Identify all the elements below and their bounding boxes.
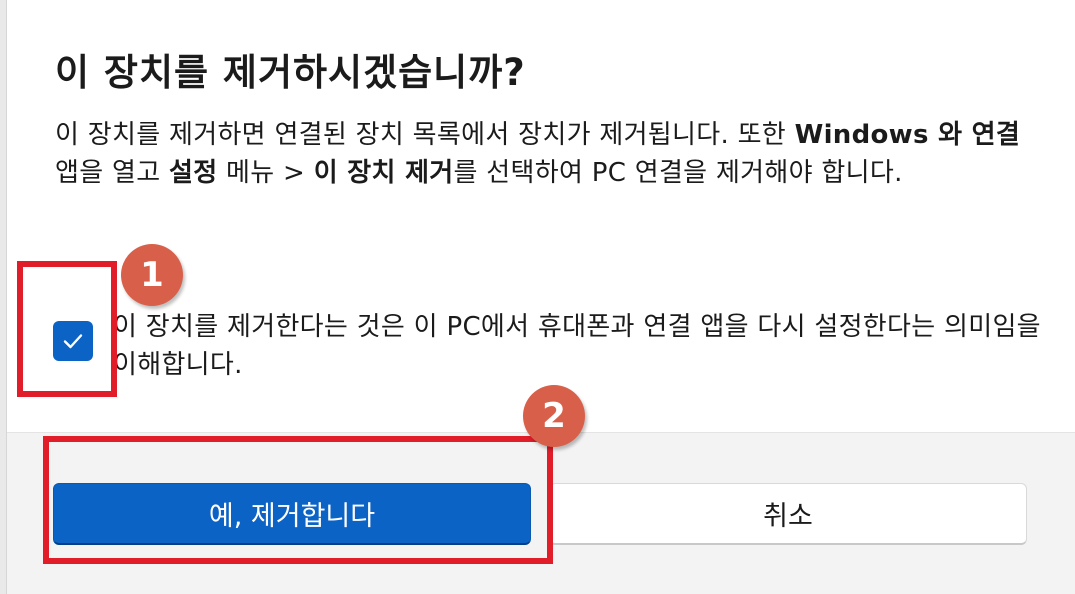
dialog-title: 이 장치를 제거하시겠습니까? <box>55 51 526 94</box>
desc-text-4: 를 선택하여 PC 연결을 제거해야 합니다. <box>453 158 903 188</box>
confirm-remove-button[interactable]: 예, 제거합니다 <box>53 483 531 545</box>
step-badge-2: 2 <box>523 385 585 447</box>
checkmark-icon <box>63 334 83 349</box>
dialog-footer: 예, 제거합니다 취소 <box>7 432 1075 594</box>
dialog-description: 이 장치를 제거하면 연결된 장치 목록에서 장치가 제거됩니다. 또한 Win… <box>55 116 1040 192</box>
step-badge-1: 1 <box>121 244 183 306</box>
remove-device-dialog: 이 장치를 제거하시겠습니까? 이 장치를 제거하면 연결된 장치 목록에서 장… <box>6 0 1075 594</box>
desc-bold-remove-device: 이 장치 제거 <box>313 158 454 188</box>
understand-checkbox[interactable] <box>53 321 93 361</box>
checkbox-label[interactable]: 이 장치를 제거한다는 것은 이 PC에서 휴대폰과 연결 앱을 다시 설정한다… <box>113 308 1043 384</box>
desc-bold-settings: 설정 <box>169 158 218 188</box>
desc-text-2: 앱을 열고 <box>55 158 170 188</box>
cancel-button[interactable]: 취소 <box>549 483 1027 545</box>
desc-bold-windows-link: Windows 와 연결 <box>794 120 1021 150</box>
desc-text-3: 메뉴 > <box>217 158 314 188</box>
desc-text-1: 이 장치를 제거하면 연결된 장치 목록에서 장치가 제거됩니다. 또한 <box>55 120 795 150</box>
